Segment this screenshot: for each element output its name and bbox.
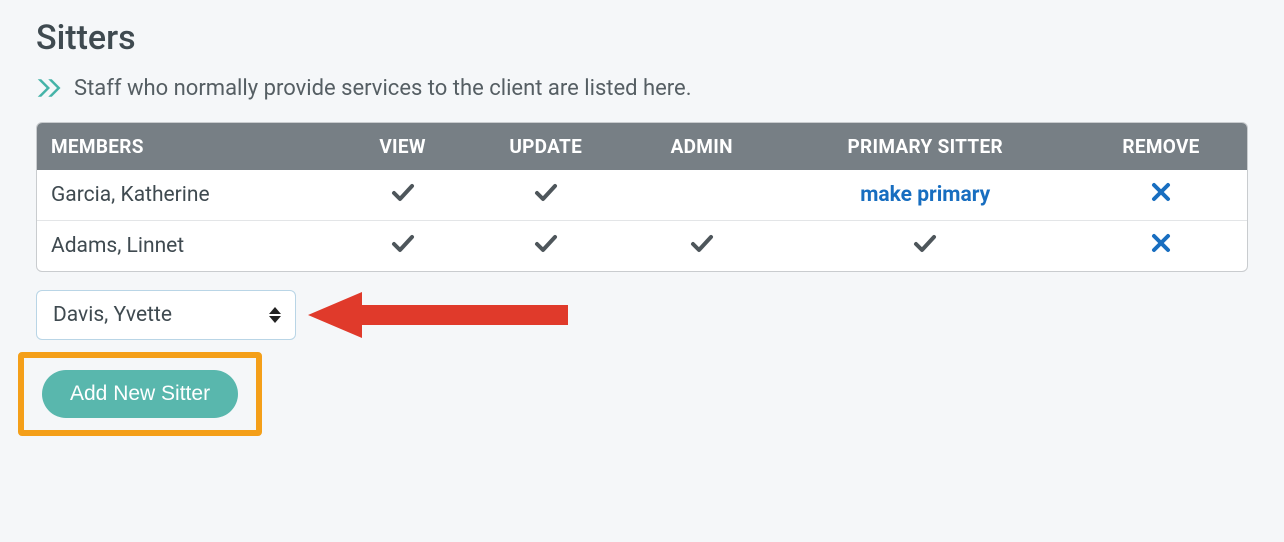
header-primary: PRIMARY SITTER <box>775 123 1075 170</box>
member-name: Adams, Linnet <box>37 221 342 272</box>
cell-remove <box>1075 170 1247 221</box>
sitter-select[interactable]: Davis, Yvette <box>36 290 296 340</box>
sitters-table: MEMBERS VIEW UPDATE ADMIN PRIMARY SITTER… <box>36 122 1248 272</box>
chevrons-right-icon <box>36 74 64 102</box>
header-update: UPDATE <box>463 123 628 170</box>
cell-primary: make primary <box>775 170 1075 221</box>
header-members: MEMBERS <box>37 123 342 170</box>
check-icon <box>913 233 937 253</box>
sitter-select-value: Davis, Yvette <box>53 303 172 327</box>
header-admin: ADMIN <box>628 123 775 170</box>
select-caret-icon <box>269 307 281 323</box>
subtitle-row: Staff who normally provide services to t… <box>36 74 1248 102</box>
check-icon <box>391 182 415 202</box>
make-primary-link[interactable]: make primary <box>860 183 990 207</box>
remove-icon[interactable] <box>1151 182 1171 202</box>
check-icon <box>534 233 558 253</box>
cell-admin <box>628 170 775 221</box>
cell-primary <box>775 221 1075 272</box>
highlight-box: Add New Sitter <box>18 352 262 436</box>
arrow-left-icon <box>308 292 568 338</box>
check-icon <box>690 233 714 253</box>
page-title: Sitters <box>36 18 1248 58</box>
table-row: Garcia, Katherine make primary <box>37 170 1247 221</box>
cell-view <box>342 170 464 221</box>
subtitle-text: Staff who normally provide services to t… <box>74 76 692 101</box>
check-icon <box>534 182 558 202</box>
check-icon <box>391 233 415 253</box>
cell-update <box>463 221 628 272</box>
remove-icon[interactable] <box>1151 233 1171 253</box>
cell-admin <box>628 221 775 272</box>
cell-view <box>342 221 464 272</box>
header-remove: REMOVE <box>1075 123 1247 170</box>
cell-update <box>463 170 628 221</box>
header-view: VIEW <box>342 123 464 170</box>
cell-remove <box>1075 221 1247 272</box>
member-name: Garcia, Katherine <box>37 170 342 221</box>
table-row: Adams, Linnet <box>37 221 1247 272</box>
add-new-sitter-button[interactable]: Add New Sitter <box>42 370 238 418</box>
